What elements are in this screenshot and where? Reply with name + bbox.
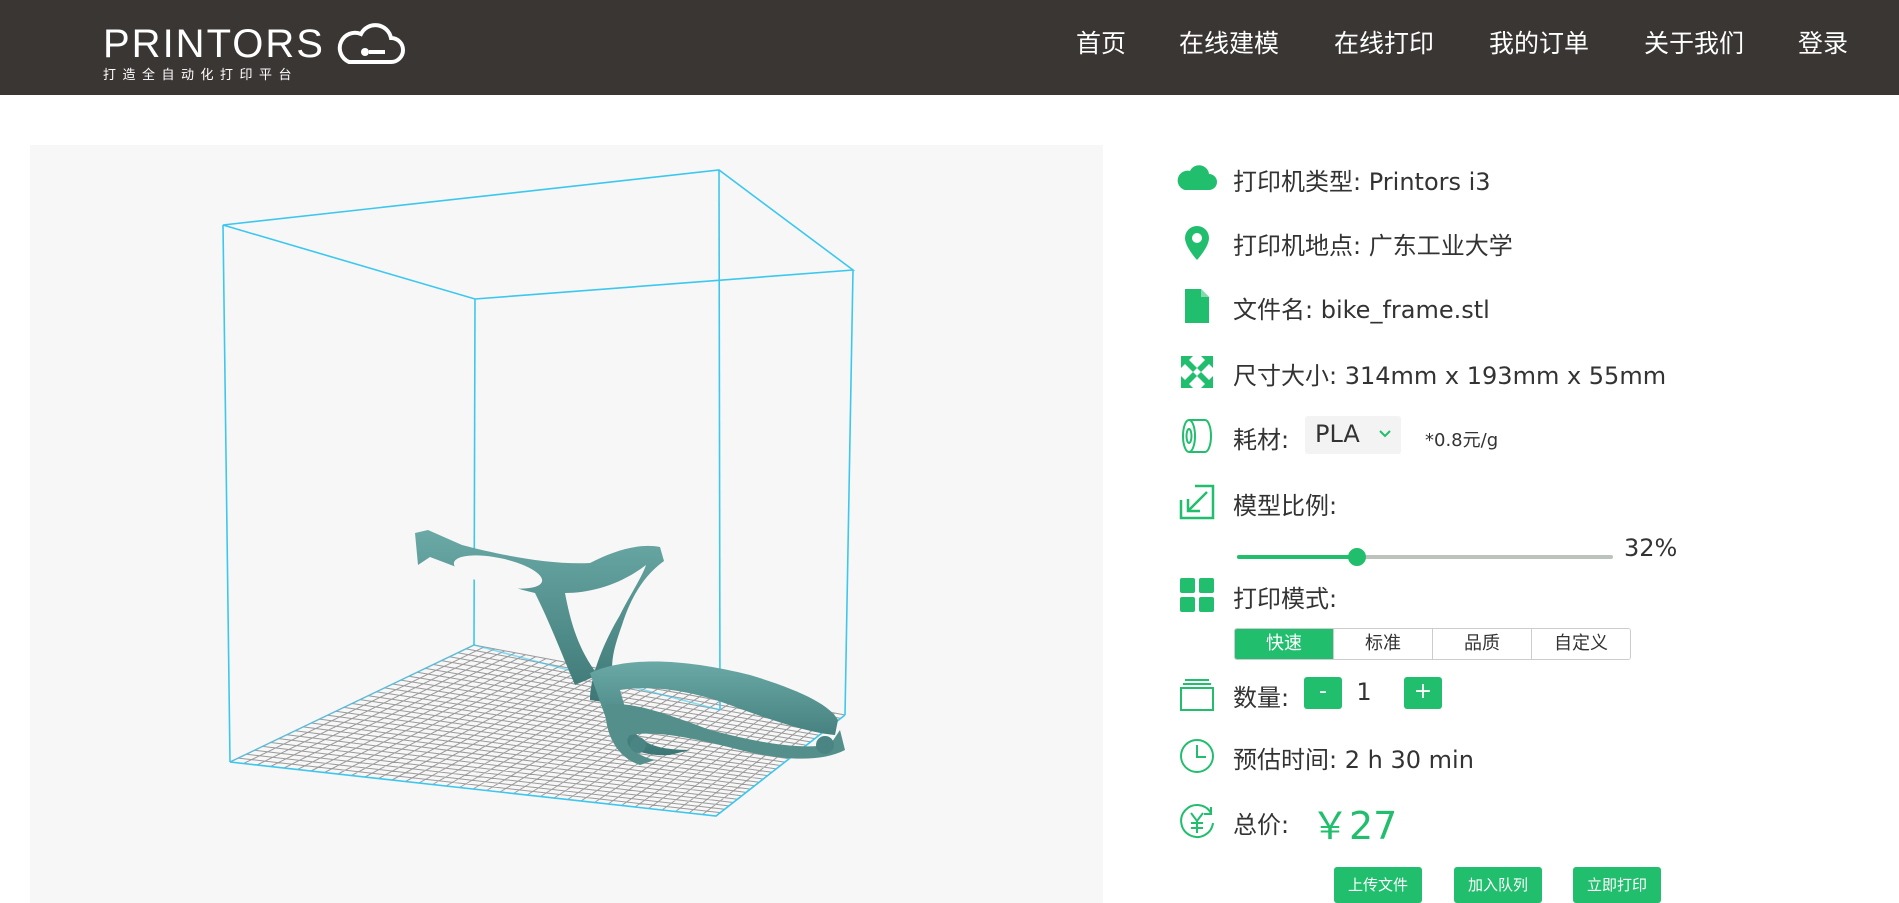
upload-file-button[interactable]: 上传文件 xyxy=(1334,867,1422,903)
logo[interactable]: PRINTORS 打造全自动化打印平台 xyxy=(103,22,405,83)
clock-icon xyxy=(1177,736,1217,776)
quantity-increment-button[interactable]: + xyxy=(1404,677,1442,709)
add-to-queue-button[interactable]: 加入队列 xyxy=(1454,867,1542,903)
file-name-value: bike_frame.stl xyxy=(1320,296,1490,324)
estimated-time-value: 2 h 30 min xyxy=(1344,746,1474,774)
quantity-decrement-button[interactable]: - xyxy=(1304,677,1342,709)
grid-icon xyxy=(1177,575,1217,615)
scale-label: 模型比例: xyxy=(1233,492,1338,520)
chevron-down-icon xyxy=(1379,430,1391,438)
print-mode-selector: 快速 标准 品质 自定义 xyxy=(1234,628,1631,660)
nav-my-orders[interactable]: 我的订单 xyxy=(1489,24,1589,60)
quantity-row: 数量: - 1 + xyxy=(1177,674,1477,714)
resize-arrow-icon xyxy=(1177,482,1217,522)
material-row: 耗材: PLA *0.8元/g xyxy=(1177,416,1627,456)
main-nav: 首页 在线建模 在线打印 我的订单 关于我们 登录 xyxy=(1060,0,1899,95)
model-viewer[interactable] xyxy=(30,145,1103,903)
logo-cloud-icon xyxy=(337,23,405,64)
material-label: 耗材: xyxy=(1233,426,1290,454)
scale-slider-fill xyxy=(1237,555,1358,559)
layers-icon xyxy=(1177,674,1217,714)
nav-about-us[interactable]: 关于我们 xyxy=(1644,24,1744,60)
estimated-time-label: 预估时间: xyxy=(1233,746,1338,774)
logo-text: PRINTORS xyxy=(103,22,325,66)
cloud-icon xyxy=(1177,158,1217,198)
mode-fast[interactable]: 快速 xyxy=(1235,629,1333,659)
build-volume-scene xyxy=(222,169,856,817)
dimensions-value: 314mm x 193mm x 55mm xyxy=(1344,362,1667,390)
total-price-row: 总价: ￥27 xyxy=(1177,801,1477,848)
nav-home[interactable]: 首页 xyxy=(1076,24,1126,60)
top-navigation-bar: PRINTORS 打造全自动化打印平台 首页 在线建模 在线打印 我的订单 关于… xyxy=(0,0,1899,95)
mode-quality[interactable]: 品质 xyxy=(1432,629,1531,659)
material-select[interactable]: PLA xyxy=(1305,416,1401,454)
map-pin-icon xyxy=(1177,222,1217,262)
logo-tagline: 打造全自动化打印平台 xyxy=(103,68,299,83)
build-plate-grid xyxy=(229,644,846,817)
printer-type-label: 打印机类型: xyxy=(1233,168,1362,196)
total-price-label: 总价: xyxy=(1233,811,1290,839)
file-name-label: 文件名: xyxy=(1233,296,1314,324)
scale-percent: 32% xyxy=(1624,534,1678,562)
build-volume-box xyxy=(222,169,856,817)
bike-frame-model xyxy=(415,530,845,765)
file-icon xyxy=(1177,286,1217,326)
nav-login[interactable]: 登录 xyxy=(1798,24,1848,60)
nav-online-printing[interactable]: 在线打印 xyxy=(1334,24,1434,60)
print-mode-label: 打印模式: xyxy=(1233,585,1338,613)
material-select-value: PLA xyxy=(1315,420,1360,448)
printer-type-value: Printors i3 xyxy=(1368,168,1491,196)
total-price-value: ￥27 xyxy=(1311,804,1398,848)
quantity-value[interactable]: 1 xyxy=(1349,678,1379,706)
nav-online-modeling[interactable]: 在线建模 xyxy=(1179,24,1279,60)
print-now-button[interactable]: 立即打印 xyxy=(1573,867,1661,903)
yen-coin-icon xyxy=(1177,801,1217,841)
printer-location-value: 广东工业大学 xyxy=(1368,232,1513,260)
mode-standard[interactable]: 标准 xyxy=(1333,629,1432,659)
mode-custom[interactable]: 自定义 xyxy=(1531,629,1630,659)
printer-location-label: 打印机地点: xyxy=(1233,232,1362,260)
scale-slider-thumb[interactable] xyxy=(1348,548,1367,566)
expand-arrows-icon xyxy=(1177,352,1217,392)
dimensions-label: 尺寸大小: xyxy=(1233,362,1338,390)
scale-slider[interactable] xyxy=(1237,546,1613,570)
quantity-label: 数量: xyxy=(1233,684,1290,712)
material-unit-price: *0.8元/g xyxy=(1425,430,1499,451)
filament-spool-icon xyxy=(1177,416,1217,456)
